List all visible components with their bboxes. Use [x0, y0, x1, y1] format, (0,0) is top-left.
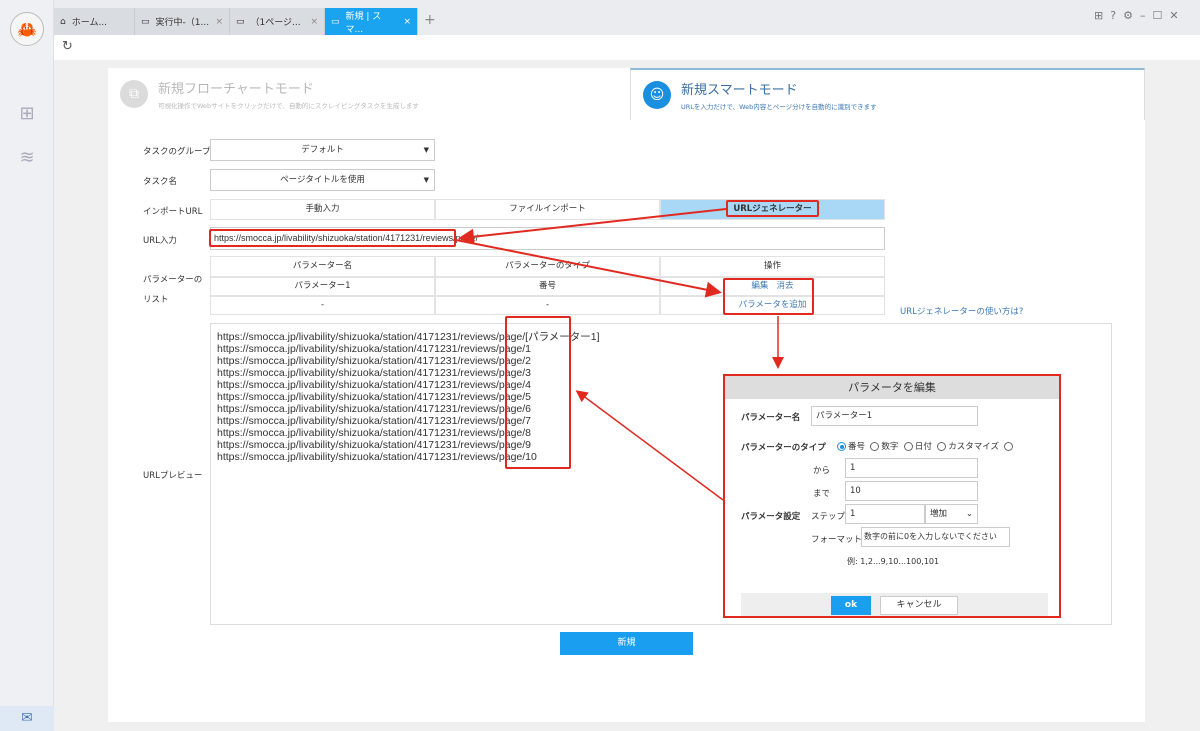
arrow-url-to-actions — [455, 239, 722, 298]
arrow-dialog-to-preview — [575, 390, 724, 501]
arrow-generator-to-url — [458, 208, 727, 245]
annotation-arrows — [455, 208, 784, 501]
